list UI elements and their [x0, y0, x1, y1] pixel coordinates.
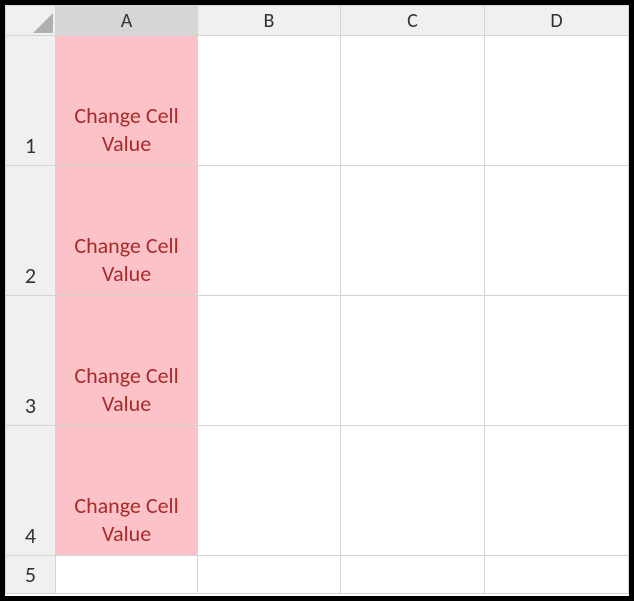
cell-c2[interactable] — [341, 166, 485, 296]
column-header-a[interactable]: A — [56, 6, 198, 36]
cell-d1[interactable] — [485, 36, 629, 166]
cell-a1[interactable]: Change Cell Value — [56, 36, 198, 166]
row-header-3[interactable]: 3 — [6, 296, 56, 426]
cell-c4[interactable] — [341, 426, 485, 556]
column-header-d[interactable]: D — [485, 6, 629, 36]
row-header-1[interactable]: 1 — [6, 36, 56, 166]
cell-d4[interactable] — [485, 426, 629, 556]
cell-c5[interactable] — [341, 556, 485, 594]
cell-a5[interactable] — [56, 556, 198, 594]
cell-a4[interactable]: Change Cell Value — [56, 426, 198, 556]
row-header-5[interactable]: 5 — [6, 556, 56, 594]
spreadsheet-frame: A B C D 1 Change Cell Value 2 Change Cel… — [0, 0, 634, 601]
select-all-triangle-icon — [33, 13, 53, 33]
cell-c1[interactable] — [341, 36, 485, 166]
spreadsheet-grid: A B C D 1 Change Cell Value 2 Change Cel… — [5, 5, 629, 594]
cell-b1[interactable] — [198, 36, 341, 166]
cell-b2[interactable] — [198, 166, 341, 296]
cell-d3[interactable] — [485, 296, 629, 426]
cell-b5[interactable] — [198, 556, 341, 594]
cell-a2[interactable]: Change Cell Value — [56, 166, 198, 296]
row-header-2[interactable]: 2 — [6, 166, 56, 296]
cell-d5[interactable] — [485, 556, 629, 594]
cell-d2[interactable] — [485, 166, 629, 296]
column-header-b[interactable]: B — [198, 6, 341, 36]
cell-c3[interactable] — [341, 296, 485, 426]
column-header-c[interactable]: C — [341, 6, 485, 36]
select-all-corner[interactable] — [6, 6, 56, 36]
row-header-4[interactable]: 4 — [6, 426, 56, 556]
cell-a3[interactable]: Change Cell Value — [56, 296, 198, 426]
cell-b4[interactable] — [198, 426, 341, 556]
cell-b3[interactable] — [198, 296, 341, 426]
